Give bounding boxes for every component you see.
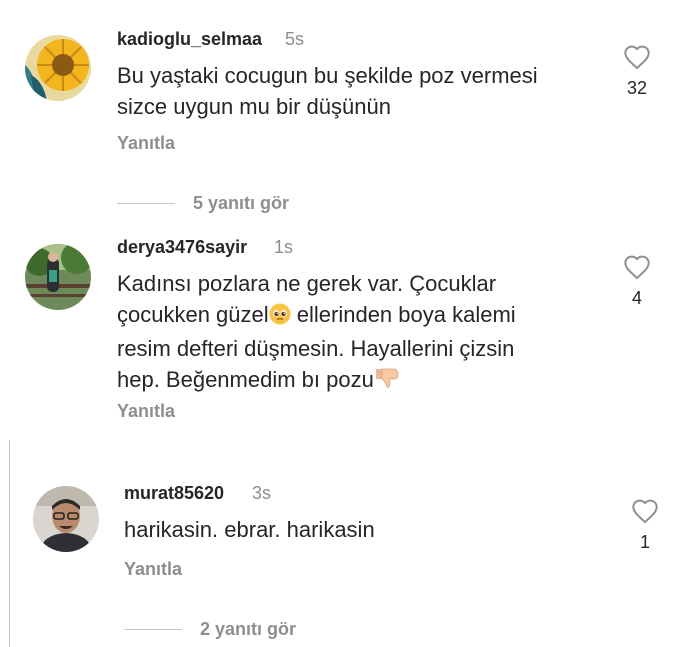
comment-text-line: resim defteri düşmesin. Hayallerini çizs…: [117, 336, 515, 361]
comment-text: Kadınsı pozlara ne gerek var. Çocuklar ç…: [117, 268, 607, 398]
avatar-image: [33, 486, 99, 552]
comment-timestamp: 5s: [285, 29, 305, 49]
like-button[interactable]: 1: [625, 498, 665, 553]
like-button[interactable]: 4: [617, 254, 657, 309]
comment-text-line: sizce uygun mu bir düşünün: [117, 94, 391, 119]
reply-button[interactable]: Yanıtla: [124, 559, 182, 580]
avatar[interactable]: [25, 244, 91, 310]
comment-username[interactable]: kadioglu_selmaa: [117, 29, 262, 50]
comment-text-line: Kadınsı pozlara ne gerek var. Çocuklar: [117, 271, 497, 296]
like-count: 1: [639, 532, 650, 552]
comment-text-line: çocukken güzel ellerinden boya kalemi: [117, 299, 607, 333]
view-replies-button[interactable]: 5 yanıtı gör: [117, 193, 289, 214]
comment-text: harikasin. ebrar. harikasin: [124, 517, 375, 542]
comment-text-line: hep. Beğenmedim bı pozu: [117, 364, 607, 398]
heart-outline-icon: [624, 255, 650, 280]
avatar[interactable]: [33, 486, 99, 552]
avatar-image: [25, 244, 91, 310]
like-count: 4: [631, 288, 642, 308]
comment-timestamp: 1s: [274, 237, 294, 257]
heart-outline-icon: [624, 45, 650, 70]
view-replies-label: 5 yanıtı gör: [193, 193, 290, 213]
thumbs-down-emoji: [374, 366, 400, 398]
avatar[interactable]: [25, 35, 91, 101]
divider-line: [117, 203, 175, 204]
comment-text-segment: ellerinden boya kalemi: [290, 302, 516, 327]
comment-text-segment: çocukken güzel: [117, 302, 269, 327]
divider-line: [124, 629, 182, 630]
comment-username[interactable]: derya3476sayir: [117, 237, 247, 258]
like-count: 32: [626, 78, 648, 98]
comment-text: Bu yaştaki cocugun bu şekilde poz vermes…: [117, 60, 607, 122]
reply-button[interactable]: Yanıtla: [117, 401, 175, 422]
view-replies-label: 2 yanıtı gör: [200, 619, 297, 639]
avatar-image: [25, 35, 91, 101]
comment-timestamp: 3s: [252, 483, 272, 503]
comment-username[interactable]: murat85620: [124, 483, 224, 504]
thread-line: [9, 440, 10, 647]
view-replies-button[interactable]: 2 yanıtı gör: [124, 619, 296, 640]
heart-outline-icon: [632, 499, 658, 524]
comment-text-segment: hep. Beğenmedim bı pozu: [117, 367, 374, 392]
reply-button[interactable]: Yanıtla: [117, 133, 175, 154]
pleading-face-emoji: [269, 302, 291, 333]
like-button[interactable]: 32: [617, 44, 657, 99]
comment-text-line: Bu yaştaki cocugun bu şekilde poz vermes…: [117, 63, 538, 88]
